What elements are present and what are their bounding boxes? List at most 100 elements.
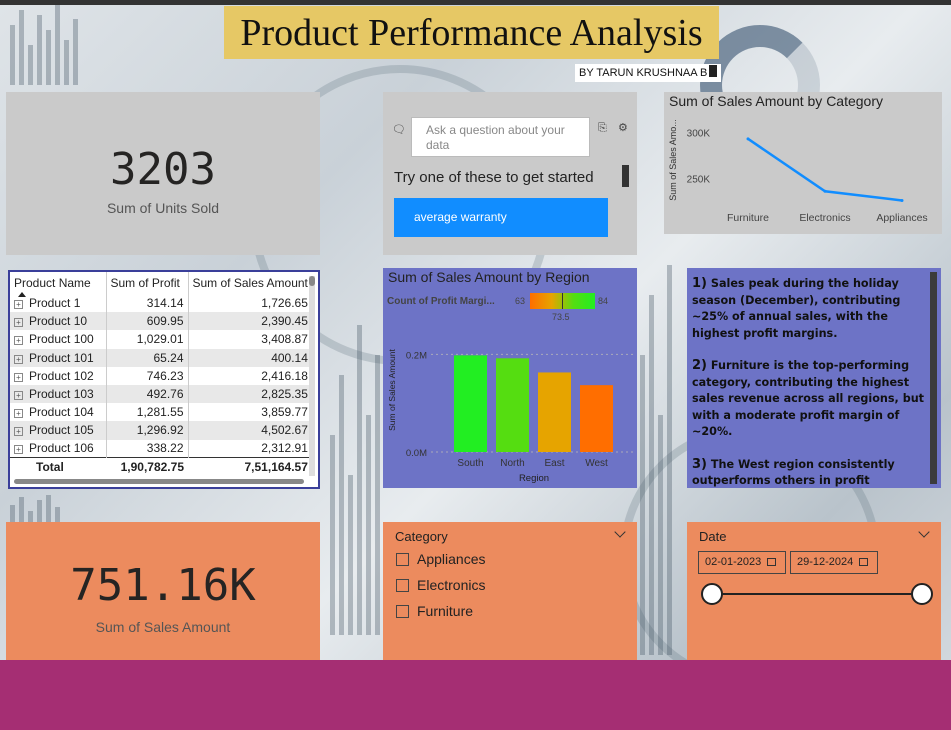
chat-icon[interactable]: 🗨︎: [392, 123, 406, 136]
bar-west[interactable]: [580, 385, 613, 452]
cell-text: 609.95: [146, 314, 184, 329]
bar-north[interactable]: [496, 358, 529, 452]
units-sold-value: 3203: [110, 144, 216, 195]
expand-plus-icon[interactable]: +: [14, 300, 23, 310]
table-row[interactable]: + Product 100 1,029.01 3,408.87: [10, 330, 312, 349]
x-tick-label: Appliances: [876, 212, 927, 224]
checkbox[interactable]: [396, 604, 409, 618]
x-axis-label: Region: [519, 473, 549, 484]
date-start-input[interactable]: 02-01-2023: [698, 551, 786, 574]
column-header-product[interactable]: Product Name: [10, 272, 106, 294]
author-label: BY TARUN KRUSHNAA B: [575, 64, 722, 82]
qa-question-input[interactable]: Ask a question about your data: [411, 117, 590, 157]
insight-number: 2): [692, 358, 707, 373]
category-option-appliances[interactable]: Appliances: [396, 551, 486, 567]
x-tick-label: North: [500, 458, 524, 469]
profit-cell: 492.76: [105, 384, 188, 404]
calendar-icon[interactable]: [859, 558, 869, 566]
calendar-icon[interactable]: [767, 558, 777, 566]
insight-number: 3): [692, 456, 707, 472]
product-name-cell: + Product 104: [10, 403, 106, 422]
checkbox[interactable]: [396, 578, 409, 592]
sales-cell: 3,408.87: [187, 330, 312, 349]
date-range-end-handle[interactable]: [911, 583, 933, 605]
product-name-cell: + Product 10: [10, 312, 106, 331]
option-label: Furniture: [417, 603, 474, 619]
table-row[interactable]: + Product 10 609.95 2,390.45: [10, 312, 312, 331]
y-tick-label: 250K: [687, 174, 711, 185]
expand-plus-icon[interactable]: +: [14, 336, 23, 346]
table-row[interactable]: + Product 106 338.22 2,312.91: [10, 439, 312, 458]
product-name-cell: + Product 103: [10, 384, 106, 404]
cell-text: 1,726.65: [261, 296, 308, 311]
date-end-input[interactable]: 29-12-2024: [790, 551, 878, 574]
category-point-appliances: [900, 198, 904, 202]
qa-scrollbar[interactable]: [622, 165, 629, 187]
insight-text: Furniture is the top-performing category…: [692, 359, 925, 438]
sales-amount-value: 751.16K: [70, 560, 256, 611]
legend-mid: 73.5: [552, 312, 570, 322]
sort-arrow-icon: [18, 292, 26, 297]
cell-text: Product 104: [29, 405, 94, 420]
table-row[interactable]: + Product 102 746.23 2,416.18: [10, 366, 312, 385]
date-start-text: 02-01-2023: [705, 556, 762, 568]
profit-cell: 1,029.01: [105, 330, 188, 349]
column-header-sales[interactable]: Sum of Sales Amount: [187, 272, 312, 294]
table-row[interactable]: + Product 1 314.14 1,726.65: [10, 294, 312, 313]
profit-cell: 746.23: [105, 366, 188, 385]
region-bar-chart: Sum of Sales Amount 0.2M 0.0M South North Eas…: [387, 348, 633, 484]
sales-amount-label: Sum of Sales Amount: [95, 619, 231, 635]
profit-cell: 65.24: [105, 348, 188, 367]
category-option-furniture[interactable]: Furniture: [396, 603, 473, 619]
settings-gear-icon[interactable]: ⚙: [618, 121, 628, 134]
cell-text: 746.23: [146, 368, 184, 383]
cell-text: 2,416.18: [261, 368, 308, 383]
cell-text: 492.76: [146, 387, 184, 402]
table-row[interactable]: + Product 104 1,281.55 3,859.77: [10, 403, 312, 422]
insights-scrollbar[interactable]: [930, 272, 937, 484]
bar-south[interactable]: [454, 355, 487, 452]
bar-east[interactable]: [538, 372, 571, 452]
table-row[interactable]: + Product 105 1,296.92 4,502.67: [10, 421, 312, 440]
category-chart-title: Sum of Sales Amount by Category: [669, 93, 883, 109]
profit-cell: 1,281.55: [105, 403, 188, 422]
qa-suggestion-button[interactable]: average warranty: [394, 198, 608, 237]
expand-plus-icon[interactable]: +: [14, 391, 23, 401]
x-tick-label: East: [544, 458, 564, 469]
table-scrollbar-horizontal[interactable]: [14, 479, 304, 484]
share-icon[interactable]: ⎘: [598, 121, 607, 135]
expand-plus-icon[interactable]: +: [14, 354, 23, 364]
date-range-start-handle[interactable]: [701, 583, 723, 605]
sales-amount-card[interactable]: 751.16K Sum of Sales Amount: [6, 522, 320, 660]
cell-text: 1,029.01: [136, 332, 184, 347]
expand-plus-icon[interactable]: +: [14, 372, 23, 382]
sales-cell: 2,825.35: [187, 384, 312, 404]
sales-cell: 2,416.18: [187, 366, 312, 385]
cell-text: Product 1: [29, 296, 81, 311]
expand-plus-icon[interactable]: +: [14, 445, 23, 455]
expand-plus-icon[interactable]: +: [14, 409, 23, 419]
sales-cell: 4,502.67: [187, 421, 312, 440]
profit-cell: 1,296.92: [105, 421, 188, 440]
expand-plus-icon[interactable]: +: [14, 318, 23, 328]
units-sold-label: Sum of Units Sold: [106, 200, 220, 216]
insight-3: 3) The West region consistently outperfo…: [692, 457, 927, 489]
checkbox[interactable]: [396, 552, 409, 566]
date-end-text: 29-12-2024: [797, 556, 854, 568]
category-option-electronics[interactable]: Electronics: [396, 577, 485, 593]
cell-text: 2,390.45: [261, 314, 308, 329]
units-sold-card[interactable]: 3203 Sum of Units Sold: [6, 92, 320, 255]
legend-max: 84: [598, 296, 609, 306]
sales-cell: 400.14: [187, 348, 312, 367]
expand-plus-icon[interactable]: +: [14, 427, 23, 437]
sales-cell: 2,312.91: [187, 439, 312, 458]
table-row[interactable]: + Product 103 492.76 2,825.35: [10, 384, 312, 404]
table-scrollbar-vertical[interactable]: [309, 276, 315, 476]
y-axis-label: Sum of Sales Amount: [387, 348, 397, 430]
cell-text: Product 100: [29, 332, 94, 347]
table-row[interactable]: + Product 101 65.24 400.14: [10, 348, 312, 367]
cell-text: Product 10: [29, 314, 88, 329]
product-name-cell: + Product 101: [10, 348, 106, 367]
product-name-cell: + Product 102: [10, 366, 106, 385]
column-header-profit[interactable]: Sum of Profit: [105, 272, 188, 294]
